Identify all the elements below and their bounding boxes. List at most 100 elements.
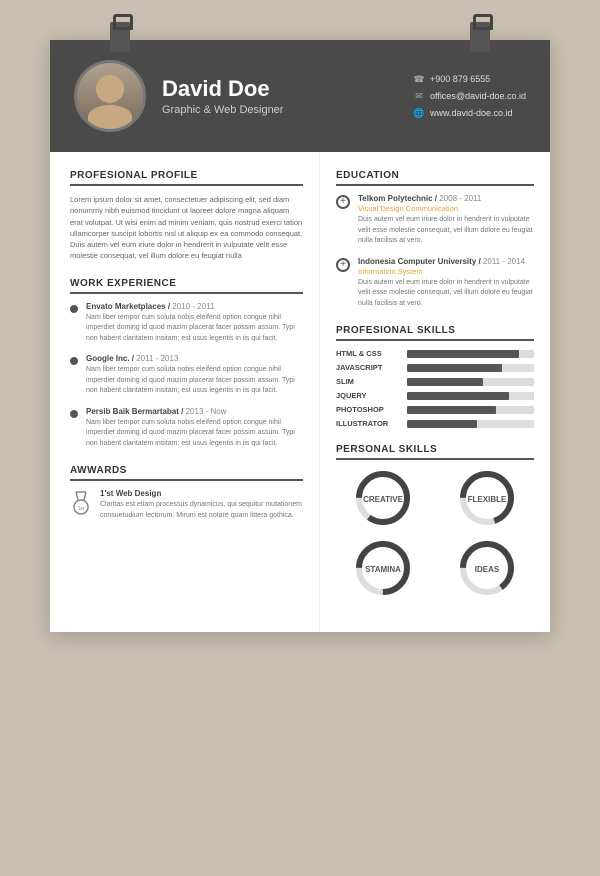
edu-plus-icon: +	[336, 258, 350, 272]
education-section: EDUCATION + Telkom Polytechnic / 2008 - …	[336, 170, 534, 309]
donut-chart: IDEAS	[457, 538, 517, 598]
skill-label: PHOTOSHOP	[336, 405, 401, 414]
header-contact: ☎ +900 879 6555 ✉ offices@david-doe.co.i…	[413, 73, 526, 119]
work-title: Google Inc. / 2011 - 2013	[86, 354, 303, 363]
skill-item: JQUERY	[336, 391, 534, 400]
website-icon: 🌐	[413, 107, 425, 119]
education-item: + Telkom Polytechnic / 2008 - 2011 Visua…	[336, 194, 534, 247]
right-column: EDUCATION + Telkom Polytechnic / 2008 - …	[320, 152, 550, 632]
personal-skills-section: PERSONAL SKILLS CREATIVE FLEXIBLE STAMIN…	[336, 444, 534, 598]
donut-chart: CREATIVE	[353, 468, 413, 528]
skill-item: HTML & CSS	[336, 349, 534, 358]
skills-items: HTML & CSS JAVASCRIPT SLIM JQUERY PHOTOS…	[336, 349, 534, 428]
work-desc: Nam liber tempor cum soluta nobis eleife…	[86, 365, 303, 397]
education-items: + Telkom Polytechnic / 2008 - 2011 Visua…	[336, 194, 534, 309]
person-title: Graphic & Web Designer	[162, 104, 397, 116]
website-url: www.david-doe.co.id	[430, 108, 513, 118]
awards-section-title: AWWARDS	[70, 465, 303, 481]
avatar-image	[77, 63, 143, 129]
skill-bar-bg	[407, 364, 534, 372]
education-section-title: EDUCATION	[336, 170, 534, 186]
edu-school: Telkom Polytechnic / 2008 - 2011	[358, 194, 534, 203]
work-content: Google Inc. / 2011 - 2013 Nam liber temp…	[86, 354, 303, 397]
award-title: 1'st Web Design	[100, 489, 303, 498]
edu-major: Visual Design Communication	[358, 204, 534, 213]
left-column: PROFESIONAL PROFILE Lorem ipsum dolor si…	[50, 152, 320, 632]
skill-bar-bg	[407, 378, 534, 386]
work-item: Envato Marketplaces / 2010 - 2011 Nam li…	[70, 302, 303, 345]
skill-bar-bg	[407, 406, 534, 414]
edu-period: 2011 - 2014	[483, 257, 525, 266]
work-items: Envato Marketplaces / 2010 - 2011 Nam li…	[70, 302, 303, 450]
header-name-block: David Doe Graphic & Web Designer	[162, 76, 397, 116]
work-title: Persib Baik Bermartabat / 2013 - Now	[86, 407, 303, 416]
edu-plus-icon: +	[336, 195, 350, 209]
personal-skills-section-title: PERSONAL SKILLS	[336, 444, 534, 460]
skill-item: JAVASCRIPT	[336, 363, 534, 372]
skill-label: ILLUSTRATOR	[336, 419, 401, 428]
skill-bar-fill	[407, 406, 496, 414]
skill-label: SLIM	[336, 377, 401, 386]
donut-label: IDEAS	[475, 565, 500, 574]
donut-chart: STAMINA	[353, 538, 413, 598]
skill-bar-fill	[407, 392, 509, 400]
email-address: offices@david-doe.co.id	[430, 91, 526, 101]
medal-svg: 1st	[71, 490, 91, 516]
skill-label: JAVASCRIPT	[336, 363, 401, 372]
edu-school: Indonesia Computer University / 2011 - 2…	[358, 257, 534, 266]
page-wrapper: David Doe Graphic & Web Designer ☎ +900 …	[50, 40, 550, 632]
work-item: Persib Baik Bermartabat / 2013 - Now Nam…	[70, 407, 303, 450]
donut-label: CREATIVE	[363, 495, 404, 504]
award-content: 1'st Web Design Claritas est etiam proce…	[100, 489, 303, 521]
edu-period: 2008 - 2011	[439, 194, 481, 203]
skill-bar-bg	[407, 350, 534, 358]
personal-skills-grid: CREATIVE FLEXIBLE STAMINA IDEAS	[336, 468, 534, 598]
binder-clip-left	[110, 22, 130, 52]
skill-bar-fill	[407, 378, 483, 386]
work-item: Google Inc. / 2011 - 2013 Nam liber temp…	[70, 354, 303, 397]
profile-section: PROFESIONAL PROFILE Lorem ipsum dolor si…	[70, 170, 303, 262]
skill-bar-bg	[407, 420, 534, 428]
skill-bar-bg	[407, 392, 534, 400]
skill-label: HTML & CSS	[336, 349, 401, 358]
phone-number: +900 879 6555	[430, 74, 490, 84]
edu-content: Indonesia Computer University / 2011 - 2…	[358, 257, 534, 310]
work-section-title: WORK EXPERIENCE	[70, 278, 303, 294]
contact-email: ✉ offices@david-doe.co.id	[413, 90, 526, 102]
skill-bar-fill	[407, 350, 519, 358]
donut-label: FLEXIBLE	[468, 495, 507, 504]
skill-label: JQUERY	[336, 391, 401, 400]
skill-item: ILLUSTRATOR	[336, 419, 534, 428]
skill-bar-fill	[407, 420, 477, 428]
contact-phone: ☎ +900 879 6555	[413, 73, 526, 85]
education-item: + Indonesia Computer University / 2011 -…	[336, 257, 534, 310]
person-name: David Doe	[162, 76, 397, 102]
contact-website: 🌐 www.david-doe.co.id	[413, 107, 526, 119]
skill-item: SLIM	[336, 377, 534, 386]
resume: David Doe Graphic & Web Designer ☎ +900 …	[50, 40, 550, 632]
award-desc: Claritas est etiam processus dynamicus, …	[100, 500, 303, 521]
binder-clip-right	[470, 22, 490, 52]
skill-bar-fill	[407, 364, 502, 372]
phone-icon: ☎	[413, 73, 425, 85]
personal-skill-item: FLEXIBLE	[440, 468, 534, 528]
edu-desc: Duis autem vel eum iriure dolor in hendr…	[358, 278, 534, 310]
avatar	[74, 60, 146, 132]
work-bullet	[70, 305, 78, 313]
resume-body: PROFESIONAL PROFILE Lorem ipsum dolor si…	[50, 152, 550, 632]
work-bullet	[70, 357, 78, 365]
work-title: Envato Marketplaces / 2010 - 2011	[86, 302, 303, 311]
work-desc: Nam liber tempor cum soluta nobis eleife…	[86, 418, 303, 450]
donut-label: STAMINA	[365, 565, 401, 574]
work-period: 2010 - 2011	[172, 302, 214, 311]
awards-section: AWWARDS 1st 1'st Web Design Claritas est…	[70, 465, 303, 521]
edu-desc: Duis autem vel eum iriure dolor in hendr…	[358, 215, 534, 247]
edu-major: Information System	[358, 267, 534, 276]
awards-items: 1st 1'st Web Design Claritas est etiam p…	[70, 489, 303, 521]
email-icon: ✉	[413, 90, 425, 102]
work-content: Envato Marketplaces / 2010 - 2011 Nam li…	[86, 302, 303, 345]
work-bullet	[70, 410, 78, 418]
work-period: 2011 - 2013	[136, 354, 178, 363]
personal-skill-item: IDEAS	[440, 538, 534, 598]
profile-section-title: PROFESIONAL PROFILE	[70, 170, 303, 186]
